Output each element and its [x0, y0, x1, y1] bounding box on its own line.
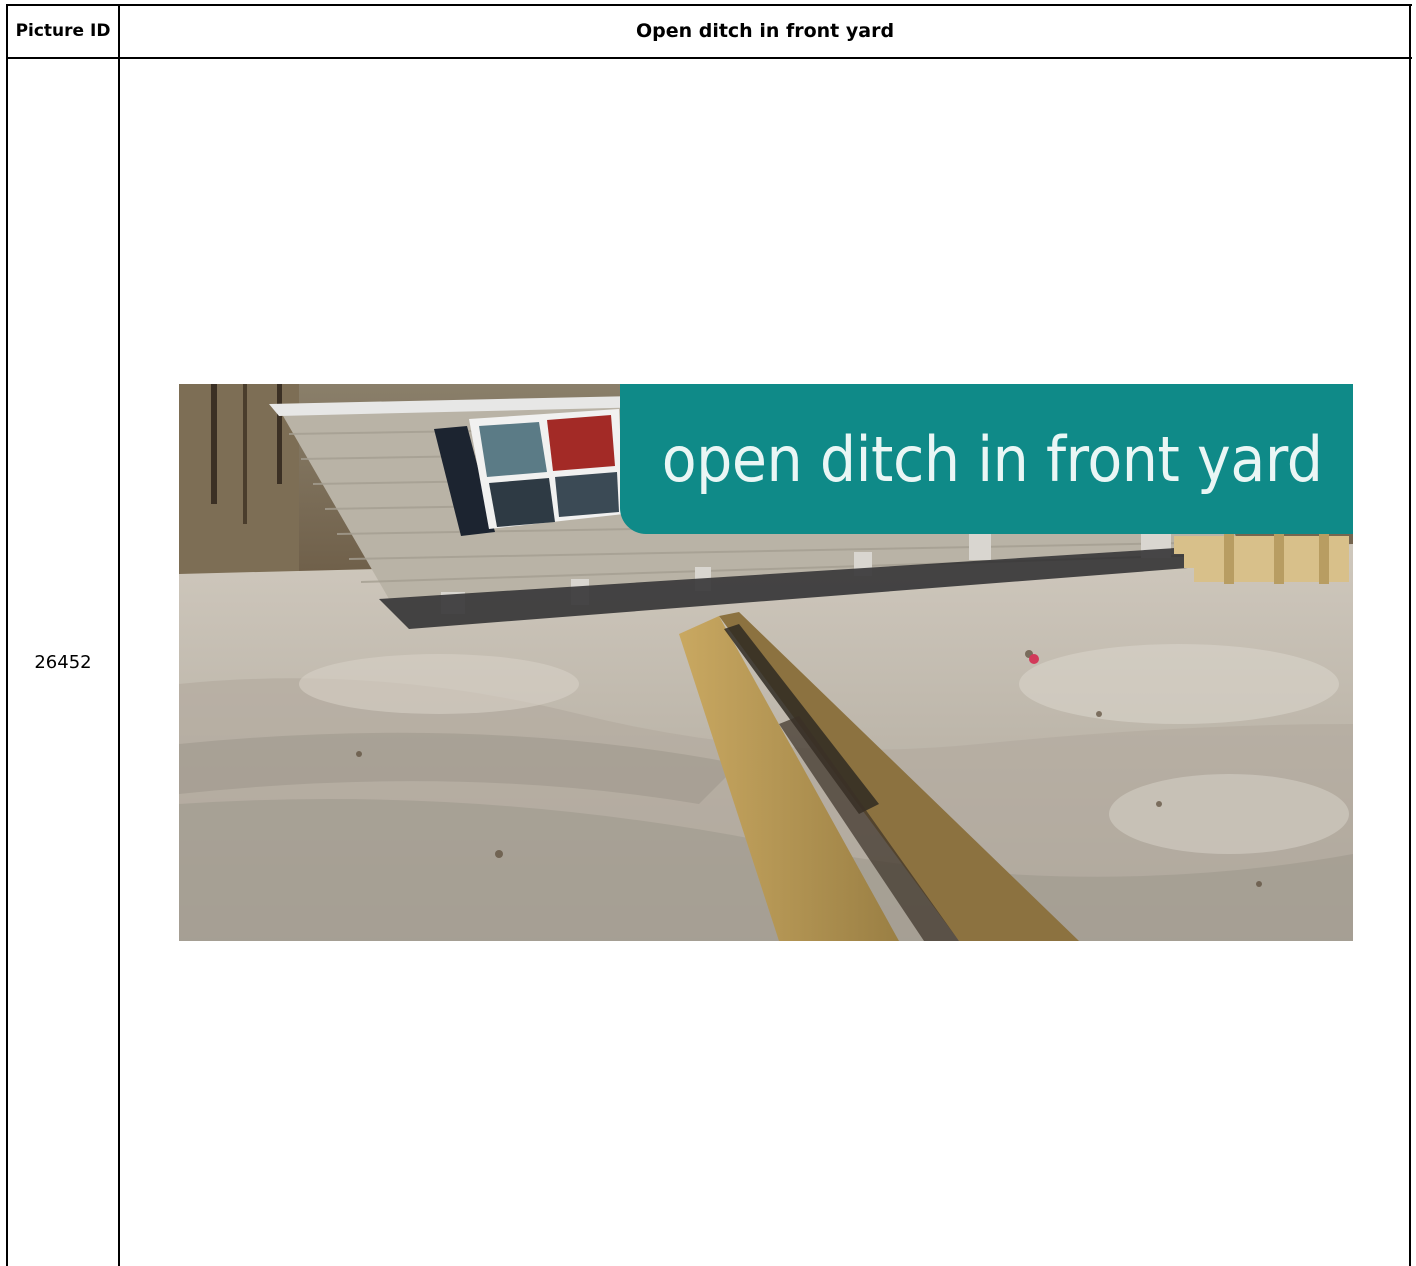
picture-title-header: Open ditch in front yard — [635, 20, 895, 42]
picture-report-page: Picture ID Open ditch in front yard 2645… — [0, 0, 1416, 1266]
column-divider — [118, 4, 120, 1266]
picture-id-header: Picture ID — [15, 20, 111, 41]
photo-caption-banner: open ditch in front yard — [620, 384, 1353, 534]
picture-id-value: 26452 — [34, 651, 92, 673]
photo-caption-text: open ditch in front yard — [662, 422, 1323, 496]
table-left-border — [6, 4, 8, 1266]
header-bottom-border — [6, 57, 1412, 59]
table-right-border — [1409, 4, 1411, 1266]
